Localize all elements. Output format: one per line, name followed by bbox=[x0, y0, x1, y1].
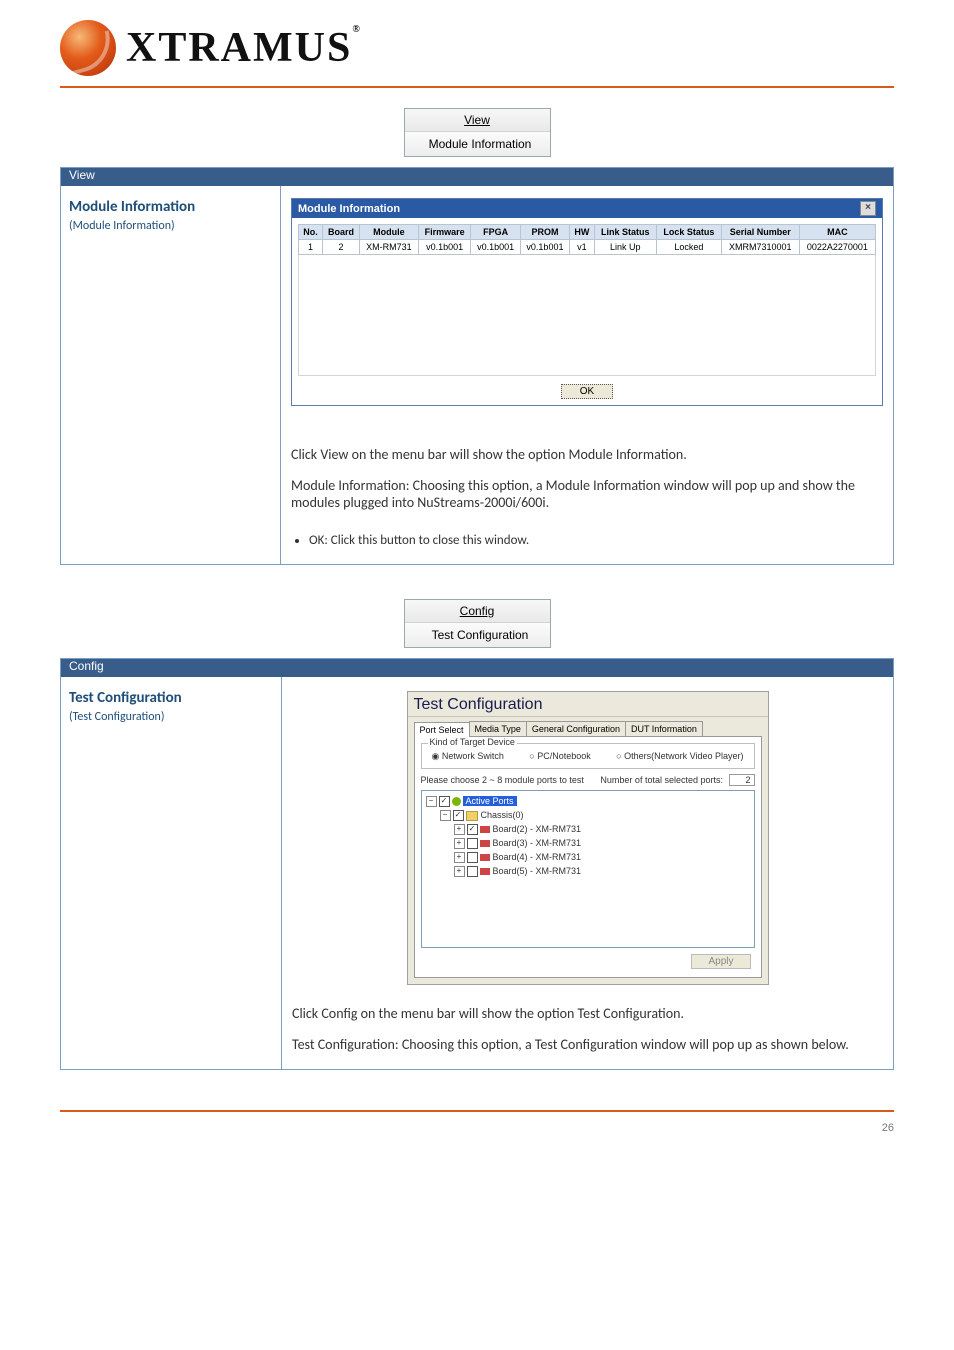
module-info-table: No. Board Module Firmware FPGA PROM HW L… bbox=[298, 224, 876, 255]
checkbox[interactable] bbox=[467, 838, 478, 849]
port-icon bbox=[480, 840, 490, 847]
config-desc-top: Click Config on the menu bar will show t… bbox=[292, 1005, 883, 1022]
table-empty-area bbox=[298, 255, 876, 376]
view-bullet-ok: OK: Click this button to close this wind… bbox=[309, 533, 883, 548]
tree-board[interactable]: Board(5) - XM-RM731 bbox=[493, 866, 582, 876]
expand-icon[interactable]: + bbox=[454, 838, 465, 849]
col-link-status: Link Status bbox=[594, 225, 656, 240]
section-right-config: Test Configuration Port Select Media Typ… bbox=[282, 677, 893, 1069]
apply-button[interactable]: Apply bbox=[691, 954, 750, 969]
section-config: Config Test Configuration (Test Configur… bbox=[60, 658, 894, 1070]
col-module: Module bbox=[360, 225, 419, 240]
trademark-icon: ® bbox=[352, 24, 361, 35]
divider bbox=[60, 86, 894, 88]
col-no: No. bbox=[299, 225, 323, 240]
menubar-view[interactable]: View bbox=[405, 109, 550, 132]
footer-divider bbox=[60, 1110, 894, 1112]
logo-text: XTRAMUS® bbox=[126, 24, 362, 72]
tab-media-type[interactable]: Media Type bbox=[469, 721, 527, 736]
checkbox[interactable]: ✓ bbox=[453, 810, 464, 821]
target-device-group: Kind of Target Device Network Switch PC/… bbox=[421, 743, 755, 769]
page-number: 26 bbox=[882, 1122, 894, 1134]
port-icon bbox=[480, 868, 490, 875]
port-icon bbox=[480, 854, 490, 861]
tree-instruction: Please choose 2 ~ 8 module ports to test bbox=[421, 775, 584, 785]
tree-board[interactable]: Board(4) - XM-RM731 bbox=[493, 852, 582, 862]
section-right-view: Module Information × No. Board Module Fi… bbox=[281, 186, 893, 564]
radio-network-switch[interactable]: Network Switch bbox=[432, 751, 504, 762]
view-desc-top: Click View on the menu bar will show the… bbox=[291, 446, 883, 463]
col-fpga: FPGA bbox=[471, 225, 520, 240]
menu-screenshot-config: Config Test Configuration bbox=[404, 599, 551, 648]
test-configuration-window: Test Configuration Port Select Media Typ… bbox=[407, 691, 769, 985]
checkbox[interactable] bbox=[467, 852, 478, 863]
menubar-config[interactable]: Config bbox=[405, 600, 550, 623]
expand-icon[interactable]: + bbox=[454, 852, 465, 863]
status-dot-icon bbox=[452, 797, 461, 806]
section-view: View Module Information (Module Informat… bbox=[60, 167, 894, 565]
close-icon[interactable]: × bbox=[860, 201, 876, 216]
tab-port-select[interactable]: Port Select bbox=[414, 722, 470, 737]
tc-window-title: Test Configuration bbox=[408, 692, 768, 717]
menu-screenshot-view: View Module Information bbox=[404, 108, 551, 157]
checkbox[interactable] bbox=[467, 866, 478, 877]
menu-item-test-configuration[interactable]: Test Configuration bbox=[405, 623, 550, 647]
num-selected-value: 2 bbox=[729, 774, 755, 786]
brand-logo: XTRAMUS® bbox=[60, 20, 894, 76]
tc-tabs: Port Select Media Type General Configura… bbox=[408, 721, 768, 736]
tree-board[interactable]: Board(3) - XM-RM731 bbox=[493, 838, 582, 848]
col-board: Board bbox=[323, 225, 360, 240]
collapse-icon[interactable]: − bbox=[426, 796, 437, 807]
tree-root[interactable]: Active Ports bbox=[463, 796, 517, 806]
expand-icon[interactable]: + bbox=[454, 824, 465, 835]
left-title-config: Test Configuration bbox=[69, 689, 273, 707]
checkbox[interactable]: ✓ bbox=[439, 796, 450, 807]
col-hw: HW bbox=[570, 225, 595, 240]
tree-chassis[interactable]: Chassis(0) bbox=[481, 810, 524, 820]
section-header-config: Config bbox=[61, 659, 893, 677]
config-desc-mid: Test Configuration: Choosing this option… bbox=[292, 1036, 883, 1053]
col-prom: PROM bbox=[520, 225, 569, 240]
col-serial: Serial Number bbox=[721, 225, 799, 240]
folder-icon bbox=[466, 811, 478, 821]
logo-orb-icon bbox=[60, 20, 116, 76]
group-title: Kind of Target Device bbox=[428, 737, 517, 747]
window-title: Module Information bbox=[298, 203, 400, 215]
num-selected-label: Number of total selected ports: bbox=[600, 775, 723, 785]
left-sub: (Module Information) bbox=[69, 219, 272, 233]
col-firmware: Firmware bbox=[418, 225, 471, 240]
port-tree[interactable]: −✓Active Ports −✓Chassis(0) +✓Board(2) -… bbox=[421, 790, 755, 948]
view-desc-mid: Module Information: Choosing this option… bbox=[291, 477, 883, 511]
checkbox[interactable]: ✓ bbox=[467, 824, 478, 835]
left-sub-config: (Test Configuration) bbox=[69, 710, 273, 724]
tab-general-config[interactable]: General Configuration bbox=[526, 721, 626, 736]
expand-icon[interactable]: + bbox=[454, 866, 465, 877]
radio-pc-notebook[interactable]: PC/Notebook bbox=[529, 751, 590, 762]
tree-board[interactable]: Board(2) - XM-RM731 bbox=[493, 824, 582, 834]
module-information-window: Module Information × No. Board Module Fi… bbox=[291, 198, 883, 406]
left-title: Module Information bbox=[69, 198, 272, 216]
ok-button[interactable]: OK bbox=[561, 384, 613, 399]
section-left-config: Test Configuration (Test Configuration) bbox=[61, 677, 282, 1069]
col-mac: MAC bbox=[799, 225, 875, 240]
tab-dut-info[interactable]: DUT Information bbox=[625, 721, 703, 736]
table-row[interactable]: 1 2 XM-RM731 v0.1b001 v0.1b001 v0.1b001 … bbox=[299, 240, 876, 255]
port-icon bbox=[480, 826, 490, 833]
col-lock-status: Lock Status bbox=[656, 225, 721, 240]
radio-others[interactable]: Others(Network Video Player) bbox=[616, 751, 743, 762]
section-left-view: Module Information (Module Information) bbox=[61, 186, 281, 564]
collapse-icon[interactable]: − bbox=[440, 810, 451, 821]
menu-item-module-information[interactable]: Module Information bbox=[405, 132, 550, 156]
section-header-view: View bbox=[61, 168, 893, 186]
